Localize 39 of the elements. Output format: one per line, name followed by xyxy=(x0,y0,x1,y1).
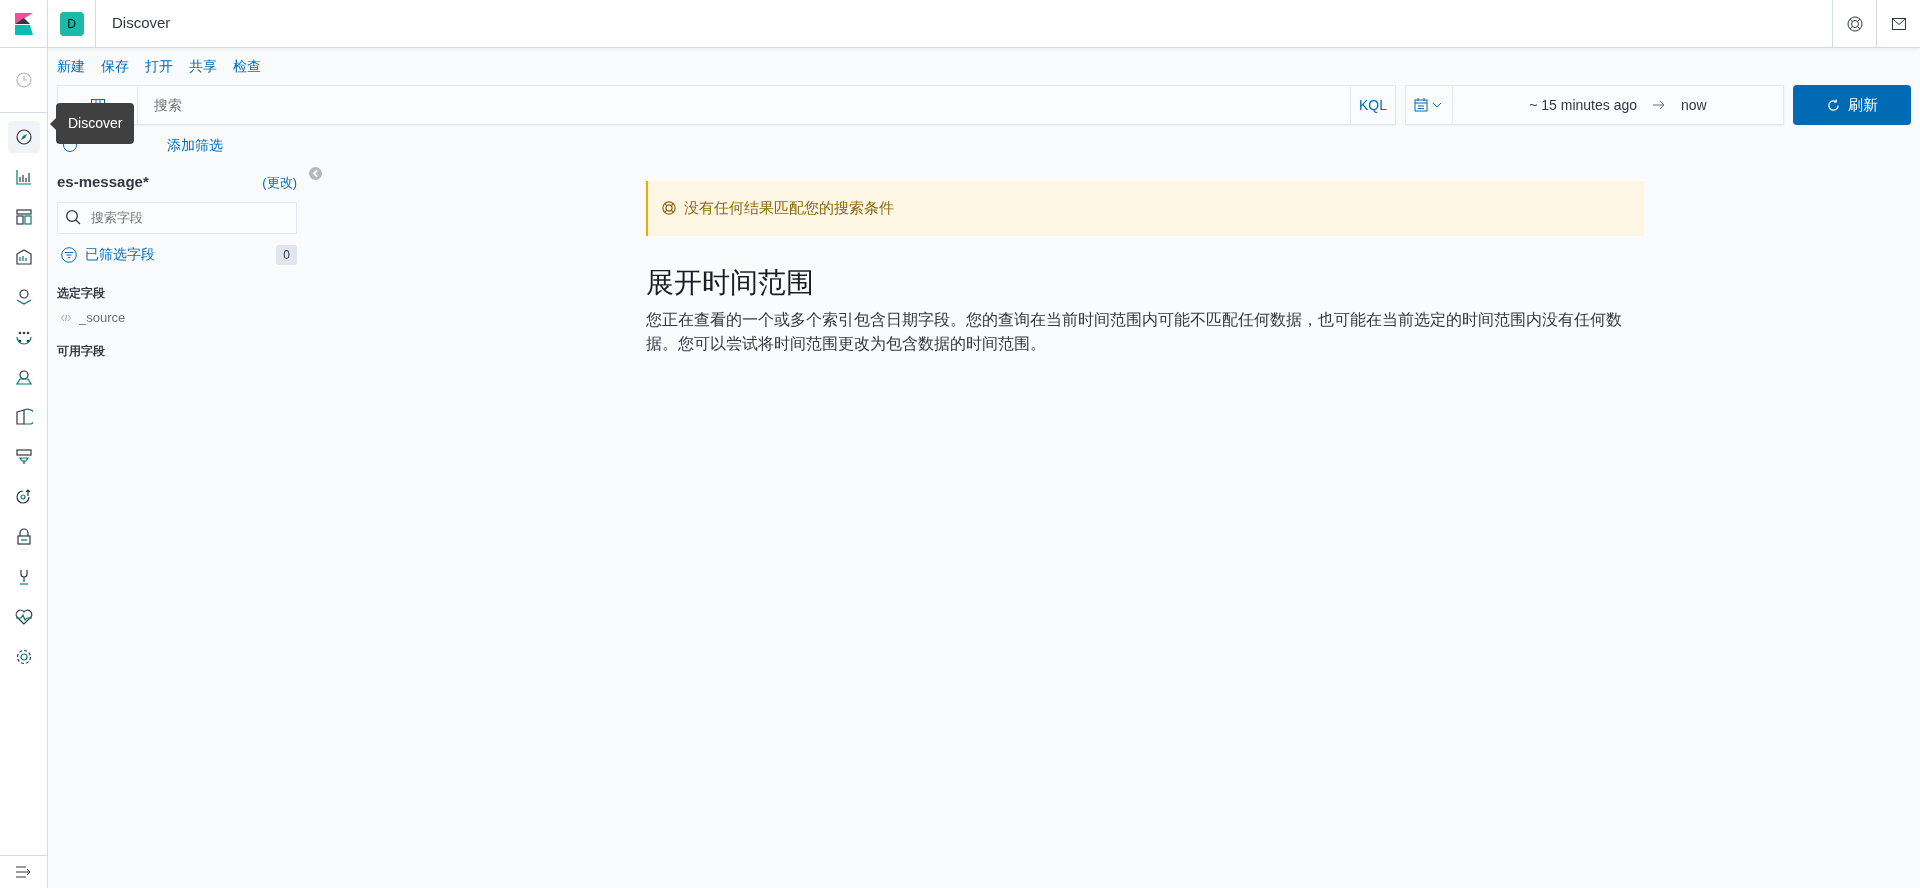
filtered-fields-toggle[interactable]: 已筛选字段 xyxy=(85,244,155,265)
field-name[interactable]: _source xyxy=(79,307,126,328)
section-heading: 可用字段 xyxy=(57,342,106,360)
heading: 展开时间范围 xyxy=(646,265,815,300)
breadcrumb: Discover xyxy=(112,13,171,34)
compass-icon[interactable] xyxy=(7,121,40,153)
help-icon[interactable] xyxy=(1846,15,1863,32)
end-time[interactable]: now xyxy=(1681,94,1707,116)
menu-link[interactable]: 新建 xyxy=(57,56,85,85)
section-heading: 选定字段 xyxy=(57,284,106,302)
menu-icon[interactable] xyxy=(15,866,32,878)
filter-icon[interactable] xyxy=(61,246,77,263)
help-icon xyxy=(662,201,676,216)
menu-link[interactable]: 共享 xyxy=(189,56,217,85)
logo-icon[interactable] xyxy=(14,12,33,35)
start-time[interactable]: ~ 15 minutes ago xyxy=(1529,94,1638,116)
search-input[interactable]: 搜索字段 xyxy=(89,206,288,229)
calendar-icon[interactable] xyxy=(1414,98,1444,112)
index-pattern-title: es-message* xyxy=(57,172,149,192)
count-badge: 0 xyxy=(276,244,297,265)
add-filter-link[interactable]: 添加筛选 xyxy=(167,134,223,156)
field-search[interactable]: 搜索字段 xyxy=(57,201,297,234)
menu-link[interactable]: 保存 xyxy=(101,56,129,85)
change-link[interactable]: (更改) xyxy=(262,172,297,192)
tooltip: Discover xyxy=(56,103,135,144)
language-toggle[interactable]: KQL xyxy=(1350,86,1395,124)
message: 您正在查看的一个或多个索引包含日期字段。您的查询在当前时间范围内可能不匹配任何数据，也可能在当前选定的时间范围内没有任何数据。您可以尝试将时间范围更改为包含数据的时间范围。 xyxy=(646,309,1623,354)
mail-icon[interactable] xyxy=(1891,17,1906,30)
tooltip-arrow xyxy=(50,117,56,130)
menu-link[interactable]: 检查 xyxy=(233,56,261,85)
refresh-button[interactable]: 刷新 xyxy=(1793,85,1911,125)
search-field[interactable]: 搜索 xyxy=(138,93,1350,117)
arrow-icon xyxy=(1653,100,1666,110)
menu-link[interactable]: 打开 xyxy=(145,56,173,85)
refresh-icon xyxy=(1826,98,1840,112)
callout-text: 没有任何结果匹配您的搜索条件 xyxy=(684,198,894,218)
space-avatar[interactable]: D xyxy=(59,11,84,36)
search-icon xyxy=(66,210,81,225)
code-icon xyxy=(61,313,71,322)
